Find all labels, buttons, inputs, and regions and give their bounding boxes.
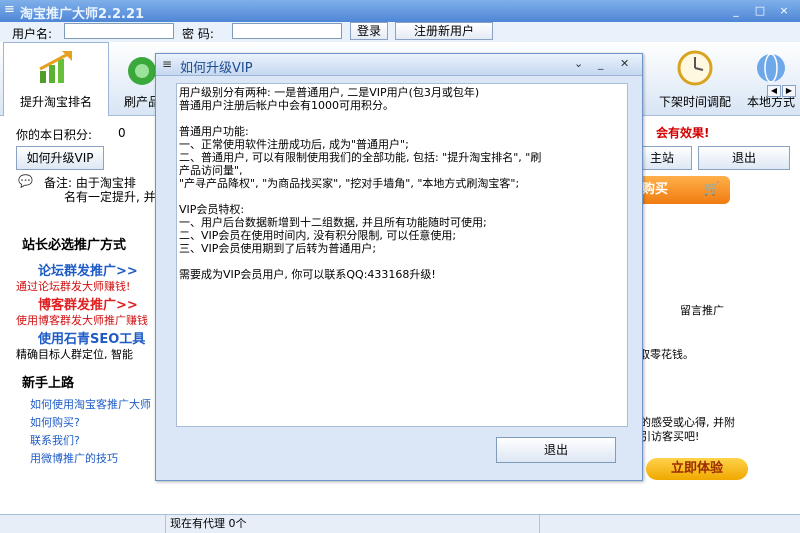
effect-text: 会有效果! xyxy=(656,126,710,140)
register-button[interactable]: 注册新用户 xyxy=(395,22,493,40)
dialog-dropdown-icon[interactable]: ⌄ xyxy=(574,57,583,70)
password-label: 密 码: xyxy=(182,27,214,41)
cart-icon: 🛒 xyxy=(703,182,720,197)
dialog-line: 二、VIP会员在使用时间内, 没有积分限制, 可以任意使用; xyxy=(179,229,457,242)
dialog-exit-button[interactable]: 退出 xyxy=(496,437,616,463)
exit-main-button[interactable]: 退出 xyxy=(698,146,790,170)
newbie-link-howto[interactable]: 如何使用淘宝客推广大师 xyxy=(30,396,151,412)
close-button[interactable]: × xyxy=(776,3,792,19)
vip-dialog: ≡ 如何升级VIP ⌄ _ ✕ 用户级别分有两种: 一是普通用户, 二是VIP用… xyxy=(155,53,643,481)
username-input[interactable] xyxy=(64,23,174,39)
status-cell-right xyxy=(540,515,780,533)
maximize-button[interactable]: □ xyxy=(752,3,768,19)
dialog-close-button[interactable]: ✕ xyxy=(620,57,629,70)
toolbar-scroll: ◀ ▶ xyxy=(766,82,796,97)
login-bar: 用户名: 密 码: 登录 注册新用户 xyxy=(0,22,800,42)
score-label: 你的本日积分: xyxy=(16,128,93,142)
dialog-line: 三、VIP会员使用期到了后转为普通用户; xyxy=(179,242,377,255)
forum-desc: 通过论坛群发大师赚钱! xyxy=(16,280,131,293)
password-input[interactable] xyxy=(232,23,342,39)
try-now-button[interactable]: 立即体验 xyxy=(646,458,748,480)
globe-icon xyxy=(757,53,785,83)
dialog-line: "产寻产品降权", "为商品找买家", "挖对手墙角", "本地方式刷淘宝客"; xyxy=(179,177,520,190)
system-menu-icon[interactable]: ≡ xyxy=(4,2,15,17)
note-line2: 名有一定提升, 并 xyxy=(64,190,156,204)
newbie-link-contact[interactable]: 联系我们? xyxy=(30,432,80,448)
login-button[interactable]: 登录 xyxy=(350,22,388,40)
product-icon xyxy=(128,57,156,85)
section-newbie: 新手上路 xyxy=(22,376,75,391)
dialog-line: 需要成为VIP会员用户, 你可以联系QQ:433168升级! xyxy=(179,268,436,281)
dialog-menu-icon[interactable]: ≡ xyxy=(162,57,172,71)
dialog-line: 用户级别分有两种: 一是普通用户, 二是VIP用户(包3月或包年) xyxy=(179,86,480,99)
newbie-link-buy[interactable]: 如何购买? xyxy=(30,414,80,430)
forum-promo-link[interactable]: 论坛群发推广>> xyxy=(38,260,138,279)
dialog-line: 一、正常使用软件注册成功后, 成为"普通用户"; xyxy=(179,138,409,151)
dialog-line xyxy=(179,255,627,268)
dialog-title: 如何升级VIP xyxy=(180,61,253,76)
message-promo[interactable]: 留言推广 xyxy=(680,302,724,318)
blog-desc: 使用博客群发大师推广赚钱 xyxy=(16,314,148,327)
feedback-line2: 引访客买吧! xyxy=(640,430,700,443)
dialog-title-bar: ≡ 如何升级VIP ⌄ _ ✕ xyxy=(156,54,642,76)
minimize-button[interactable]: _ xyxy=(728,3,744,19)
status-bar: 现在有代理 0个 xyxy=(0,514,800,533)
score-value: 0 xyxy=(118,126,126,140)
dialog-line: 普通用户注册后帐户中会有1000可用积分。 xyxy=(179,99,394,112)
dialog-line: VIP会员特权: xyxy=(179,203,245,216)
main-title-bar: ≡ 淘宝推广大师2.2.21 _ □ × xyxy=(0,0,800,22)
seo-tool-link[interactable]: 使用石青SEO工具 xyxy=(38,328,145,347)
tab-rank-boost-label: 提升淘宝排名 xyxy=(19,95,92,109)
seo-desc: 精确目标人群定位, 智能 xyxy=(16,348,133,361)
bar-chart-up-icon xyxy=(39,51,72,83)
upgrade-vip-button[interactable]: 如何升级VIP xyxy=(16,146,104,170)
status-agents: 现在有代理 0个 xyxy=(166,515,540,533)
dialog-line xyxy=(179,112,627,125)
scroll-right-icon[interactable]: ▶ xyxy=(782,85,796,97)
tab-rank-boost[interactable]: 提升淘宝排名 xyxy=(3,42,109,116)
blog-promo-link[interactable]: 博客群发推广>> xyxy=(38,294,138,313)
buy-button-label: 购买 xyxy=(642,182,669,197)
dialog-text-area[interactable]: 用户级别分有两种: 一是普通用户, 二是VIP用户(包3月或包年) 普通用户注册… xyxy=(176,83,628,427)
dialog-line: 二、普通用户, 可以有限制使用我们的全部功能, 包括: "提升淘宝排名", "刷 xyxy=(179,151,542,164)
tab-delist-time[interactable]: 下架时间调配 xyxy=(652,42,738,116)
dialog-line: 普通用户功能: xyxy=(179,125,249,138)
dialog-line: 产品访问量", xyxy=(179,164,243,177)
chat-icon: 💬 xyxy=(18,174,33,188)
clock-icon xyxy=(677,50,713,86)
tab-local-mode[interactable]: 本地方式 xyxy=(742,42,800,116)
dialog-line: 一、用户后台数据新增到十二组数据, 并且所有功能随时可使用; xyxy=(179,216,487,229)
scroll-left-icon[interactable]: ◀ xyxy=(767,85,781,97)
tab-delist-time-label: 下架时间调配 xyxy=(658,95,731,109)
app-title: 淘宝推广大师2.2.21 xyxy=(20,7,145,22)
status-cell-empty xyxy=(0,515,166,533)
dialog-line xyxy=(179,190,627,203)
dialog-minimize-button[interactable]: _ xyxy=(598,57,604,70)
buy-button[interactable]: 购买 🛒 xyxy=(632,176,730,204)
newbie-link-weibo[interactable]: 用微博推广的技巧 xyxy=(30,450,118,466)
username-label: 用户名: xyxy=(12,27,53,41)
section-webmaster: 站长必选推广方式 xyxy=(22,238,127,253)
